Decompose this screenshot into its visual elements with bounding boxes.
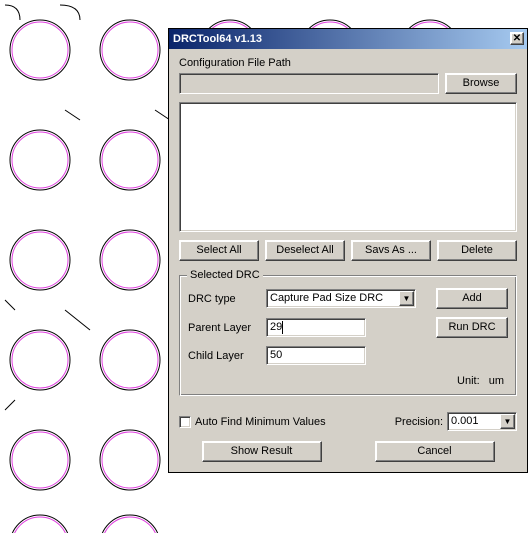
parent-layer-input[interactable]: 29 bbox=[266, 318, 366, 337]
chevron-down-icon: ▼ bbox=[500, 414, 515, 429]
selected-drc-group: Selected DRC DRC type Capture Pad Size D… bbox=[179, 275, 517, 396]
title-bar[interactable]: DRCTool64 v1.13 ✕ bbox=[169, 29, 527, 49]
precision-select[interactable]: 0.001 ▼ bbox=[447, 412, 517, 431]
auto-find-label: Auto Find Minimum Values bbox=[195, 416, 326, 428]
select-all-button[interactable]: Select All bbox=[179, 240, 259, 261]
add-button[interactable]: Add bbox=[436, 288, 508, 309]
unit-label: Unit: bbox=[457, 375, 480, 387]
cancel-button[interactable]: Cancel bbox=[375, 441, 495, 462]
delete-button[interactable]: Delete bbox=[437, 240, 517, 261]
drc-type-label: DRC type bbox=[188, 293, 258, 305]
selected-drc-title: Selected DRC bbox=[187, 269, 263, 281]
close-icon[interactable]: ✕ bbox=[510, 32, 524, 45]
drc-type-select[interactable]: Capture Pad Size DRC ▼ bbox=[266, 289, 416, 308]
browse-button[interactable]: Browse bbox=[445, 73, 517, 94]
precision-label: Precision: bbox=[395, 416, 443, 428]
child-layer-input[interactable]: 50 bbox=[266, 346, 366, 365]
checkbox-icon bbox=[179, 416, 191, 428]
chevron-down-icon: ▼ bbox=[399, 291, 414, 306]
drc-listbox[interactable] bbox=[179, 102, 517, 232]
run-drc-button[interactable]: Run DRC bbox=[436, 317, 508, 338]
save-as-button[interactable]: Savs As ... bbox=[351, 240, 431, 261]
config-path-field[interactable] bbox=[179, 73, 439, 94]
unit-value: um bbox=[489, 375, 504, 387]
config-path-label: Configuration File Path bbox=[179, 57, 517, 69]
drc-tool-dialog: DRCTool64 v1.13 ✕ Configuration File Pat… bbox=[168, 28, 528, 473]
show-result-button[interactable]: Show Result bbox=[202, 441, 322, 462]
child-layer-label: Child Layer bbox=[188, 350, 258, 362]
window-title: DRCTool64 v1.13 bbox=[173, 33, 262, 45]
deselect-all-button[interactable]: Deselect All bbox=[265, 240, 345, 261]
parent-layer-label: Parent Layer bbox=[188, 322, 258, 334]
auto-find-checkbox[interactable]: Auto Find Minimum Values bbox=[179, 416, 326, 428]
